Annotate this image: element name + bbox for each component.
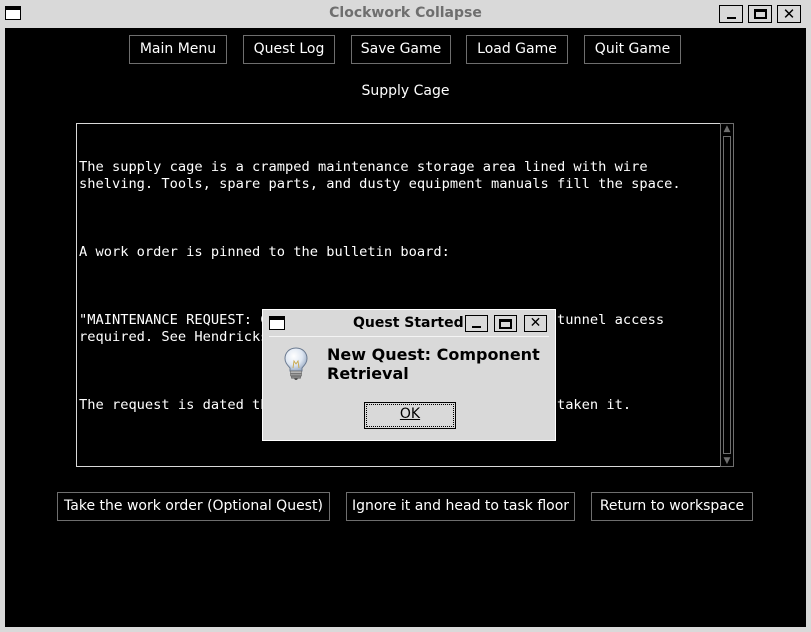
- maximize-icon: [754, 9, 767, 19]
- take-work-order-button[interactable]: Take the work order (Optional Quest): [57, 492, 330, 521]
- dialog-titlebar: Quest Started ✕: [263, 310, 555, 336]
- ok-label: OK: [399, 406, 421, 422]
- return-workspace-button[interactable]: Return to workspace: [591, 492, 753, 521]
- story-paragraph: A work order is pinned to the bulletin b…: [79, 244, 450, 260]
- load-game-button[interactable]: Load Game: [466, 35, 568, 64]
- scroll-thumb[interactable]: [723, 136, 731, 454]
- main-menu-button[interactable]: Main Menu: [129, 35, 227, 64]
- scroll-down-icon[interactable]: ▼: [721, 456, 733, 466]
- quest-log-button[interactable]: Quest Log: [243, 35, 335, 64]
- scroll-up-icon[interactable]: ▲: [721, 124, 733, 134]
- story-paragraph: The supply cage is a cramped maintenance…: [79, 159, 681, 192]
- window-title: Clockwork Collapse: [329, 5, 482, 21]
- minimize-button[interactable]: [719, 5, 743, 23]
- dialog-title: Quest Started: [353, 315, 464, 331]
- minimize-icon: [472, 326, 481, 328]
- maximize-icon: [499, 319, 512, 329]
- location-title: Supply Cage: [361, 83, 450, 99]
- close-button[interactable]: ✕: [777, 5, 801, 23]
- dialog-maximize-button[interactable]: [494, 315, 517, 332]
- game-menu-bar: Main Menu Quest Log Save Game Load Game …: [5, 28, 806, 70]
- lightbulb-icon: [284, 347, 308, 380]
- close-icon: ✕: [529, 315, 542, 331]
- window-titlebar: Clockwork Collapse ✕: [0, 0, 811, 28]
- quest-started-dialog: Quest Started ✕ New Quest: Component Ret…: [262, 309, 556, 441]
- ignore-order-button[interactable]: Ignore it and head to task floor: [346, 492, 575, 521]
- save-game-button[interactable]: Save Game: [351, 35, 451, 64]
- close-icon: ✕: [782, 5, 796, 23]
- dialog-message: New Quest: Component Retrieval: [327, 345, 540, 383]
- dialog-close-button[interactable]: ✕: [524, 315, 547, 332]
- dialog-minimize-button[interactable]: [465, 315, 488, 332]
- dialog-body: New Quest: Component Retrieval OK: [269, 336, 549, 436]
- quit-game-button[interactable]: Quit Game: [584, 35, 681, 64]
- ok-button[interactable]: OK: [364, 402, 456, 429]
- maximize-button[interactable]: [748, 5, 772, 23]
- minimize-icon: [727, 17, 736, 19]
- dialog-menu-icon[interactable]: [269, 316, 285, 330]
- story-scrollbar[interactable]: ▲ ▼: [720, 123, 734, 467]
